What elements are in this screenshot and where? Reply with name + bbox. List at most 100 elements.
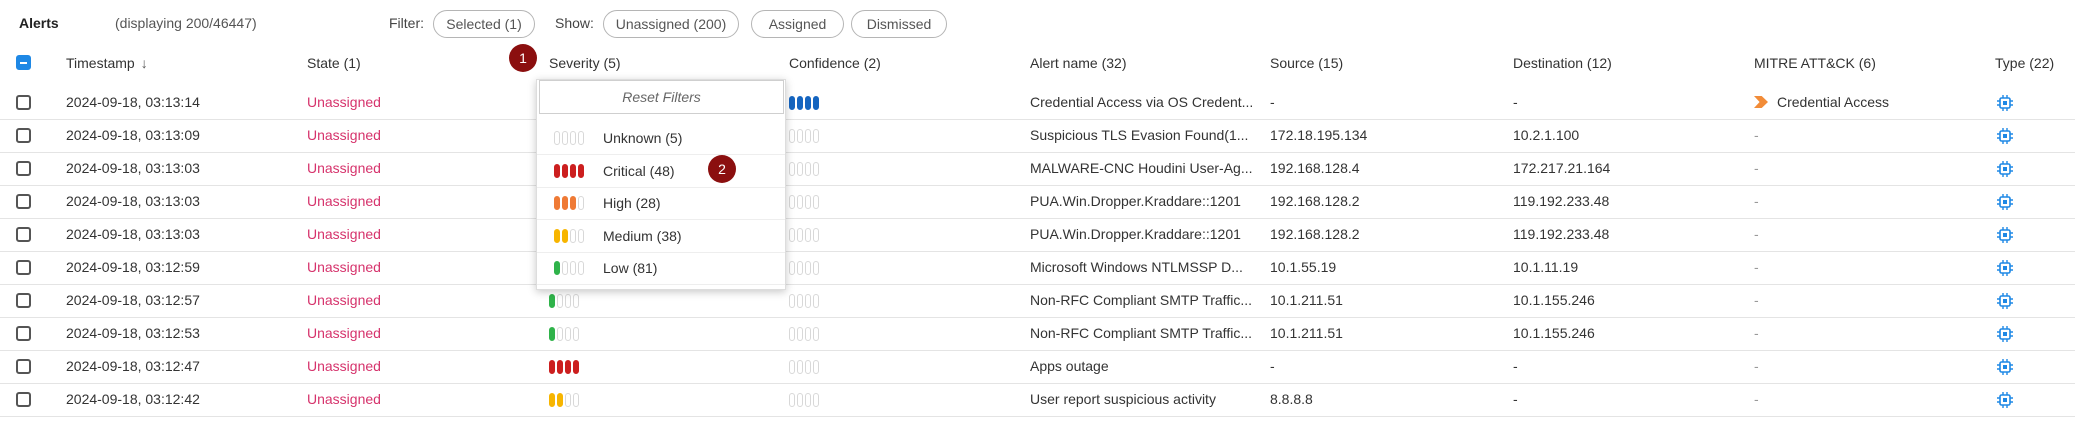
table-row[interactable]: 2024-09-18, 03:12:47 Unassigned Apps outag… xyxy=(0,350,2075,384)
column-source[interactable]: Source (15) xyxy=(1270,55,1343,71)
show-assigned-pill[interactable]: Assigned xyxy=(751,10,844,38)
level-bar xyxy=(565,360,571,374)
severity-option-critical[interactable]: Critical (48) xyxy=(537,155,785,188)
filter-selected-pill[interactable]: Selected (1) xyxy=(433,10,535,38)
table-row[interactable]: 2024-09-18, 03:12:59 Unassigned Microsoft … xyxy=(0,251,2075,285)
row-alert-name[interactable]: User report suspicious activity xyxy=(1030,391,1255,407)
table-row[interactable]: 2024-09-18, 03:13:03 Unassigned MALWARE-CN… xyxy=(0,152,2075,186)
row-alert-name[interactable]: Suspicious TLS Evasion Found(1... xyxy=(1030,127,1255,143)
row-timestamp: 2024-09-18, 03:13:14 xyxy=(66,94,200,110)
row-mitre: - xyxy=(1754,127,1759,143)
select-all-checkbox[interactable] xyxy=(16,55,31,70)
level-bar xyxy=(797,96,803,110)
level-bar xyxy=(573,294,579,308)
severity-option-indicator xyxy=(554,261,584,275)
row-mitre-label: - xyxy=(1754,127,1759,143)
level-bar xyxy=(549,294,555,308)
chip-icon[interactable] xyxy=(1996,193,2014,211)
level-bar xyxy=(578,261,584,275)
chip-icon[interactable] xyxy=(1996,160,2014,178)
row-checkbox[interactable] xyxy=(16,293,31,308)
chip-icon[interactable] xyxy=(1996,358,2014,376)
level-bar xyxy=(797,261,803,275)
severity-option-indicator xyxy=(554,196,584,210)
chip-icon[interactable] xyxy=(1996,94,2014,112)
chip-icon[interactable] xyxy=(1996,292,2014,310)
level-bar xyxy=(549,393,555,407)
row-state: Unassigned xyxy=(307,127,381,143)
row-alert-name[interactable]: PUA.Win.Dropper.Kraddare::1201 xyxy=(1030,193,1255,209)
level-bar xyxy=(557,327,563,341)
chip-icon[interactable] xyxy=(1996,325,2014,343)
row-checkbox[interactable] xyxy=(16,227,31,242)
level-bar xyxy=(805,294,811,308)
level-bar xyxy=(805,228,811,242)
level-bar xyxy=(805,195,811,209)
level-bar xyxy=(797,129,803,143)
row-destination: 119.192.233.48 xyxy=(1513,226,1610,242)
row-alert-name[interactable]: Apps outage xyxy=(1030,358,1255,374)
severity-option-medium[interactable]: Medium (38) xyxy=(537,220,785,253)
row-timestamp: 2024-09-18, 03:12:47 xyxy=(66,358,200,374)
table-row[interactable]: 2024-09-18, 03:13:03 Unassigned PUA.Win.Dr… xyxy=(0,218,2075,252)
table-row[interactable]: 2024-09-18, 03:12:53 Unassigned Non-RFC Co… xyxy=(0,317,2075,351)
row-mitre: - xyxy=(1754,325,1759,341)
row-destination: - xyxy=(1513,94,1518,110)
severity-indicator xyxy=(549,393,579,407)
level-bar xyxy=(789,228,795,242)
row-timestamp: 2024-09-18, 03:12:53 xyxy=(66,325,200,341)
table-row[interactable]: 2024-09-18, 03:13:09 Unassigned Suspicious… xyxy=(0,119,2075,153)
column-confidence[interactable]: Confidence (2) xyxy=(789,55,881,71)
severity-option-unknown[interactable]: Unknown (5) xyxy=(537,122,785,155)
row-timestamp: 2024-09-18, 03:12:42 xyxy=(66,391,200,407)
row-destination: - xyxy=(1513,358,1518,374)
show-dismissed-pill[interactable]: Dismissed xyxy=(851,10,947,38)
row-timestamp: 2024-09-18, 03:13:03 xyxy=(66,160,200,176)
row-source: 192.168.128.4 xyxy=(1270,160,1360,176)
row-checkbox[interactable] xyxy=(16,260,31,275)
level-bar xyxy=(789,162,795,176)
row-alert-name[interactable]: Non-RFC Compliant SMTP Traffic... xyxy=(1030,292,1255,308)
column-state[interactable]: State (1) xyxy=(307,55,361,71)
column-type[interactable]: Type (22) xyxy=(1995,55,2054,71)
reset-filters-button[interactable]: Reset Filters xyxy=(539,80,784,114)
page-title: Alerts xyxy=(19,15,59,31)
row-checkbox[interactable] xyxy=(16,359,31,374)
show-unassigned-pill[interactable]: Unassigned (200) xyxy=(603,10,739,38)
table-row[interactable]: 2024-09-18, 03:13:14 Unassigned Credential… xyxy=(0,86,2075,120)
row-alert-name[interactable]: Non-RFC Compliant SMTP Traffic... xyxy=(1030,325,1255,341)
row-destination: 10.1.155.246 xyxy=(1513,325,1595,341)
row-alert-name[interactable]: MALWARE-CNC Houdini User-Ag... xyxy=(1030,160,1255,176)
severity-option-low[interactable]: Low (81) xyxy=(537,252,785,285)
chip-icon[interactable] xyxy=(1996,259,2014,277)
row-alert-name[interactable]: Credential Access via OS Credent... xyxy=(1030,94,1255,110)
row-alert-name[interactable]: Microsoft Windows NTLMSSP D... xyxy=(1030,259,1255,275)
table-row[interactable]: 2024-09-18, 03:12:57 Unassigned Non-RFC Co… xyxy=(0,284,2075,318)
column-severity[interactable]: Severity (5) xyxy=(549,55,621,71)
filter-label: Filter: xyxy=(389,15,424,31)
mitre-chevron-icon xyxy=(1754,96,1768,108)
chip-icon[interactable] xyxy=(1996,226,2014,244)
level-bar xyxy=(570,163,576,178)
confidence-indicator xyxy=(789,294,819,308)
chip-icon[interactable] xyxy=(1996,391,2014,409)
row-checkbox[interactable] xyxy=(16,194,31,209)
column-mitre[interactable]: MITRE ATT&CK (6) xyxy=(1754,55,1876,71)
row-alert-name[interactable]: PUA.Win.Dropper.Kraddare::1201 xyxy=(1030,226,1255,242)
row-checkbox[interactable] xyxy=(16,392,31,407)
row-checkbox[interactable] xyxy=(16,95,31,110)
row-checkbox[interactable] xyxy=(16,161,31,176)
chip-icon[interactable] xyxy=(1996,127,2014,145)
column-timestamp[interactable]: Timestamp ↓ xyxy=(66,55,148,71)
level-bar xyxy=(797,294,803,308)
level-bar xyxy=(565,327,571,341)
column-destination[interactable]: Destination (12) xyxy=(1513,55,1612,71)
row-checkbox[interactable] xyxy=(16,326,31,341)
level-bar xyxy=(805,129,811,143)
table-row[interactable]: 2024-09-18, 03:13:03 Unassigned PUA.Win.Dr… xyxy=(0,185,2075,219)
row-timestamp: 2024-09-18, 03:13:03 xyxy=(66,193,200,209)
column-alert-name[interactable]: Alert name (32) xyxy=(1030,55,1126,71)
row-checkbox[interactable] xyxy=(16,128,31,143)
severity-option-high[interactable]: High (28) xyxy=(537,187,785,220)
table-row[interactable]: 2024-09-18, 03:12:42 Unassigned User repor… xyxy=(0,383,2075,417)
